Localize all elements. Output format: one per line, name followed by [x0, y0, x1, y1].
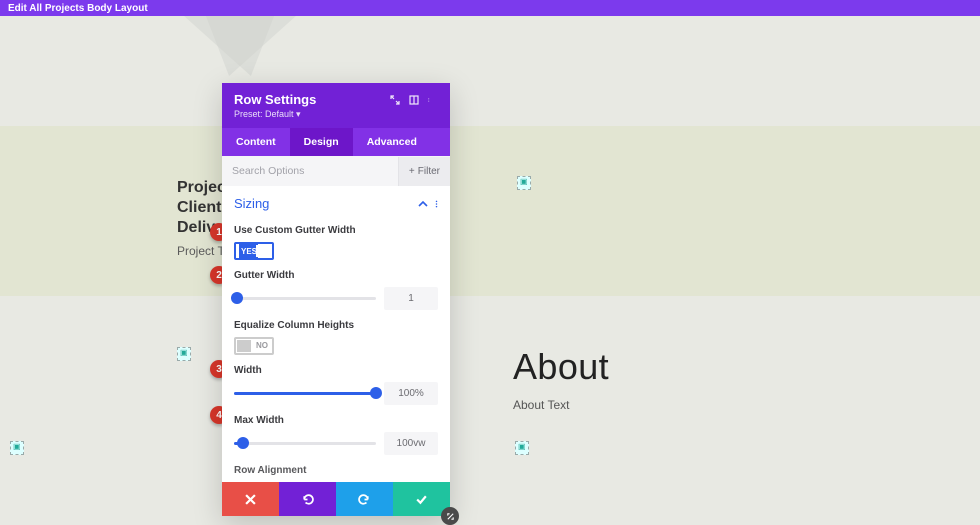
- equalize-toggle[interactable]: NO: [234, 337, 274, 355]
- columns-icon[interactable]: [409, 95, 419, 105]
- check-icon: [415, 493, 428, 506]
- gutter-width-value[interactable]: 1: [384, 287, 438, 310]
- modal-header[interactable]: Row Settings Preset: Default ▾: [222, 83, 450, 128]
- section-title: Sizing: [234, 196, 269, 211]
- gutter-width-slider[interactable]: [234, 297, 376, 300]
- tab-design[interactable]: Design: [290, 128, 353, 156]
- sizing-section: Use Custom Gutter Width YES Gutter Width…: [222, 225, 450, 482]
- search-input[interactable]: [222, 156, 398, 186]
- broken-image-icon: [515, 441, 529, 455]
- equalize-label: Equalize Column Heights: [234, 320, 438, 331]
- row-settings-modal: Row Settings Preset: Default ▾ Content D…: [222, 83, 450, 516]
- gutter-width-label: Gutter Width: [234, 270, 438, 281]
- modal-tabs: Content Design Advanced: [222, 128, 450, 156]
- more-menu-icon[interactable]: [428, 95, 438, 105]
- modal-footer: [222, 482, 450, 516]
- about-subtitle: About Text: [513, 398, 569, 412]
- max-width-value[interactable]: 100vw: [384, 432, 438, 455]
- tab-content[interactable]: Content: [222, 128, 290, 156]
- top-bar-title: Edit All Projects Body Layout: [8, 3, 148, 14]
- width-label: Width: [234, 365, 438, 376]
- width-value[interactable]: 100%: [384, 382, 438, 405]
- use-custom-gutter-label: Use Custom Gutter Width: [234, 225, 438, 236]
- about-title: About: [513, 346, 609, 388]
- expand-icon[interactable]: [390, 95, 400, 105]
- redo-icon: [358, 493, 371, 506]
- width-slider[interactable]: [234, 392, 376, 395]
- collapse-icon[interactable]: [418, 201, 428, 207]
- close-icon: [245, 494, 256, 505]
- redo-button[interactable]: [336, 482, 393, 516]
- plus-icon: +: [409, 166, 415, 177]
- undo-button[interactable]: [279, 482, 336, 516]
- use-custom-gutter-toggle[interactable]: YES: [234, 242, 274, 260]
- broken-image-icon: [177, 347, 191, 361]
- filter-button[interactable]: + Filter: [398, 157, 450, 186]
- max-width-slider[interactable]: [234, 442, 376, 445]
- broken-image-icon: [517, 176, 531, 190]
- tab-advanced[interactable]: Advanced: [353, 128, 431, 156]
- broken-image-icon: [10, 441, 24, 455]
- content-band: [0, 126, 980, 296]
- top-bar: Edit All Projects Body Layout: [0, 0, 980, 16]
- project-subtext: Project T: [177, 244, 225, 258]
- preset-label[interactable]: Preset: Default ▾: [234, 109, 438, 120]
- search-row: + Filter: [222, 156, 450, 186]
- resize-handle[interactable]: [441, 507, 459, 525]
- max-width-label: Max Width: [234, 415, 438, 426]
- row-alignment-label: Row Alignment: [234, 465, 438, 476]
- cancel-button[interactable]: [222, 482, 279, 516]
- modal-title: Row Settings: [234, 92, 316, 107]
- section-more-icon[interactable]: [435, 199, 438, 209]
- sizing-section-header[interactable]: Sizing: [222, 186, 450, 215]
- undo-icon: [301, 493, 314, 506]
